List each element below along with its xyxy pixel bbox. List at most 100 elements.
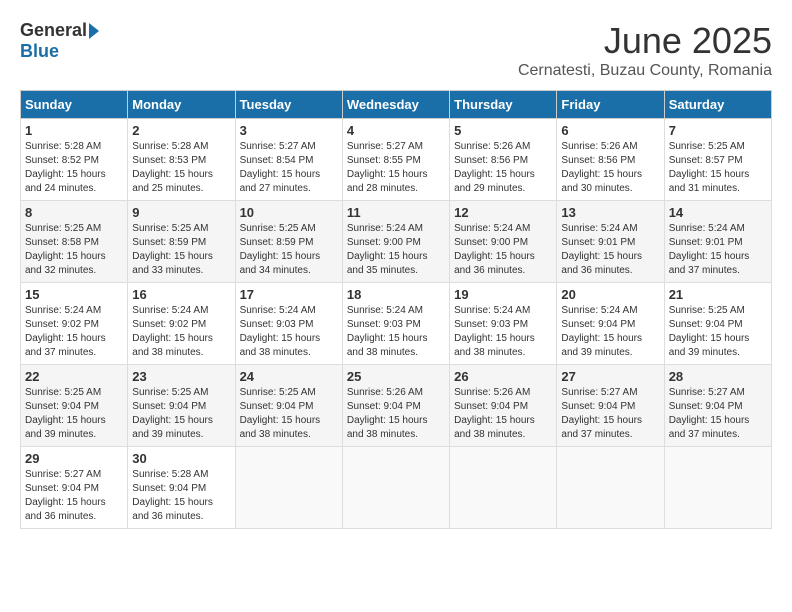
calendar-day-cell: 6 Sunrise: 5:26 AMSunset: 8:56 PMDayligh… xyxy=(557,119,664,201)
day-number: 7 xyxy=(669,123,767,138)
header-friday: Friday xyxy=(557,91,664,119)
day-number: 3 xyxy=(240,123,338,138)
day-info: Sunrise: 5:25 AMSunset: 8:57 PMDaylight:… xyxy=(669,141,750,194)
day-number: 28 xyxy=(669,369,767,384)
day-info: Sunrise: 5:28 AMSunset: 8:52 PMDaylight:… xyxy=(25,141,106,194)
day-number: 10 xyxy=(240,205,338,220)
calendar-day-cell: 2 Sunrise: 5:28 AMSunset: 8:53 PMDayligh… xyxy=(128,119,235,201)
day-info: Sunrise: 5:24 AMSunset: 9:02 PMDaylight:… xyxy=(132,305,213,358)
day-info: Sunrise: 5:24 AMSunset: 9:00 PMDaylight:… xyxy=(454,223,535,276)
day-number: 26 xyxy=(454,369,552,384)
day-number: 27 xyxy=(561,369,659,384)
day-info: Sunrise: 5:27 AMSunset: 9:04 PMDaylight:… xyxy=(25,469,106,522)
location-subtitle: Cernatesti, Buzau County, Romania xyxy=(518,62,772,80)
day-info: Sunrise: 5:25 AMSunset: 8:58 PMDaylight:… xyxy=(25,223,106,276)
day-info: Sunrise: 5:26 AMSunset: 9:04 PMDaylight:… xyxy=(454,387,535,440)
day-number: 18 xyxy=(347,287,445,302)
calendar-day-cell: 8 Sunrise: 5:25 AMSunset: 8:58 PMDayligh… xyxy=(21,201,128,283)
calendar-day-cell: 22 Sunrise: 5:25 AMSunset: 9:04 PMDaylig… xyxy=(21,365,128,447)
calendar-day-cell: 17 Sunrise: 5:24 AMSunset: 9:03 PMDaylig… xyxy=(235,283,342,365)
day-info: Sunrise: 5:24 AMSunset: 9:03 PMDaylight:… xyxy=(454,305,535,358)
day-number: 9 xyxy=(132,205,230,220)
day-info: Sunrise: 5:26 AMSunset: 9:04 PMDaylight:… xyxy=(347,387,428,440)
calendar-week-row: 29 Sunrise: 5:27 AMSunset: 9:04 PMDaylig… xyxy=(21,447,772,529)
logo: General Blue xyxy=(20,20,99,62)
calendar-day-cell: 23 Sunrise: 5:25 AMSunset: 9:04 PMDaylig… xyxy=(128,365,235,447)
header-wednesday: Wednesday xyxy=(342,91,449,119)
calendar-day-cell: 20 Sunrise: 5:24 AMSunset: 9:04 PMDaylig… xyxy=(557,283,664,365)
day-info: Sunrise: 5:25 AMSunset: 9:04 PMDaylight:… xyxy=(240,387,321,440)
day-info: Sunrise: 5:24 AMSunset: 9:00 PMDaylight:… xyxy=(347,223,428,276)
day-info: Sunrise: 5:24 AMSunset: 9:04 PMDaylight:… xyxy=(561,305,642,358)
calendar-week-row: 8 Sunrise: 5:25 AMSunset: 8:58 PMDayligh… xyxy=(21,201,772,283)
day-number: 8 xyxy=(25,205,123,220)
calendar-day-cell: 15 Sunrise: 5:24 AMSunset: 9:02 PMDaylig… xyxy=(21,283,128,365)
day-number: 12 xyxy=(454,205,552,220)
calendar-day-cell: 30 Sunrise: 5:28 AMSunset: 9:04 PMDaylig… xyxy=(128,447,235,529)
calendar-day-cell: 18 Sunrise: 5:24 AMSunset: 9:03 PMDaylig… xyxy=(342,283,449,365)
calendar-header-row: Sunday Monday Tuesday Wednesday Thursday… xyxy=(21,91,772,119)
day-info: Sunrise: 5:25 AMSunset: 9:04 PMDaylight:… xyxy=(25,387,106,440)
calendar-day-cell xyxy=(450,447,557,529)
logo-blue-text: Blue xyxy=(20,41,59,62)
page-header: General Blue June 2025 Cernatesti, Buzau… xyxy=(20,20,772,80)
day-number: 5 xyxy=(454,123,552,138)
calendar-day-cell: 7 Sunrise: 5:25 AMSunset: 8:57 PMDayligh… xyxy=(664,119,771,201)
calendar-day-cell: 29 Sunrise: 5:27 AMSunset: 9:04 PMDaylig… xyxy=(21,447,128,529)
calendar-week-row: 15 Sunrise: 5:24 AMSunset: 9:02 PMDaylig… xyxy=(21,283,772,365)
calendar-day-cell: 9 Sunrise: 5:25 AMSunset: 8:59 PMDayligh… xyxy=(128,201,235,283)
day-info: Sunrise: 5:24 AMSunset: 9:03 PMDaylight:… xyxy=(240,305,321,358)
day-number: 2 xyxy=(132,123,230,138)
day-info: Sunrise: 5:28 AMSunset: 8:53 PMDaylight:… xyxy=(132,141,213,194)
title-section: June 2025 Cernatesti, Buzau County, Roma… xyxy=(518,20,772,80)
calendar-day-cell xyxy=(342,447,449,529)
day-info: Sunrise: 5:24 AMSunset: 9:01 PMDaylight:… xyxy=(669,223,750,276)
day-number: 22 xyxy=(25,369,123,384)
header-saturday: Saturday xyxy=(664,91,771,119)
day-number: 16 xyxy=(132,287,230,302)
header-tuesday: Tuesday xyxy=(235,91,342,119)
calendar-day-cell: 26 Sunrise: 5:26 AMSunset: 9:04 PMDaylig… xyxy=(450,365,557,447)
day-number: 20 xyxy=(561,287,659,302)
day-info: Sunrise: 5:26 AMSunset: 8:56 PMDaylight:… xyxy=(561,141,642,194)
day-info: Sunrise: 5:27 AMSunset: 8:55 PMDaylight:… xyxy=(347,141,428,194)
day-number: 17 xyxy=(240,287,338,302)
calendar-day-cell xyxy=(664,447,771,529)
header-sunday: Sunday xyxy=(21,91,128,119)
calendar-week-row: 22 Sunrise: 5:25 AMSunset: 9:04 PMDaylig… xyxy=(21,365,772,447)
header-monday: Monday xyxy=(128,91,235,119)
day-number: 11 xyxy=(347,205,445,220)
day-number: 1 xyxy=(25,123,123,138)
day-info: Sunrise: 5:27 AMSunset: 9:04 PMDaylight:… xyxy=(669,387,750,440)
day-number: 6 xyxy=(561,123,659,138)
day-number: 19 xyxy=(454,287,552,302)
day-info: Sunrise: 5:27 AMSunset: 9:04 PMDaylight:… xyxy=(561,387,642,440)
day-number: 4 xyxy=(347,123,445,138)
calendar-day-cell: 13 Sunrise: 5:24 AMSunset: 9:01 PMDaylig… xyxy=(557,201,664,283)
day-info: Sunrise: 5:26 AMSunset: 8:56 PMDaylight:… xyxy=(454,141,535,194)
day-number: 24 xyxy=(240,369,338,384)
calendar-day-cell: 3 Sunrise: 5:27 AMSunset: 8:54 PMDayligh… xyxy=(235,119,342,201)
calendar-week-row: 1 Sunrise: 5:28 AMSunset: 8:52 PMDayligh… xyxy=(21,119,772,201)
day-number: 21 xyxy=(669,287,767,302)
day-number: 13 xyxy=(561,205,659,220)
month-year-title: June 2025 xyxy=(518,20,772,62)
calendar-day-cell: 1 Sunrise: 5:28 AMSunset: 8:52 PMDayligh… xyxy=(21,119,128,201)
day-info: Sunrise: 5:24 AMSunset: 9:02 PMDaylight:… xyxy=(25,305,106,358)
day-info: Sunrise: 5:24 AMSunset: 9:03 PMDaylight:… xyxy=(347,305,428,358)
day-info: Sunrise: 5:25 AMSunset: 8:59 PMDaylight:… xyxy=(132,223,213,276)
day-number: 30 xyxy=(132,451,230,466)
calendar-day-cell: 21 Sunrise: 5:25 AMSunset: 9:04 PMDaylig… xyxy=(664,283,771,365)
calendar-day-cell: 28 Sunrise: 5:27 AMSunset: 9:04 PMDaylig… xyxy=(664,365,771,447)
calendar-day-cell: 24 Sunrise: 5:25 AMSunset: 9:04 PMDaylig… xyxy=(235,365,342,447)
calendar-day-cell: 19 Sunrise: 5:24 AMSunset: 9:03 PMDaylig… xyxy=(450,283,557,365)
day-number: 29 xyxy=(25,451,123,466)
calendar-day-cell xyxy=(557,447,664,529)
calendar-day-cell: 11 Sunrise: 5:24 AMSunset: 9:00 PMDaylig… xyxy=(342,201,449,283)
day-number: 23 xyxy=(132,369,230,384)
day-info: Sunrise: 5:25 AMSunset: 9:04 PMDaylight:… xyxy=(669,305,750,358)
logo-general-text: General xyxy=(20,20,87,41)
day-number: 14 xyxy=(669,205,767,220)
calendar-table: Sunday Monday Tuesday Wednesday Thursday… xyxy=(20,90,772,529)
calendar-day-cell: 16 Sunrise: 5:24 AMSunset: 9:02 PMDaylig… xyxy=(128,283,235,365)
